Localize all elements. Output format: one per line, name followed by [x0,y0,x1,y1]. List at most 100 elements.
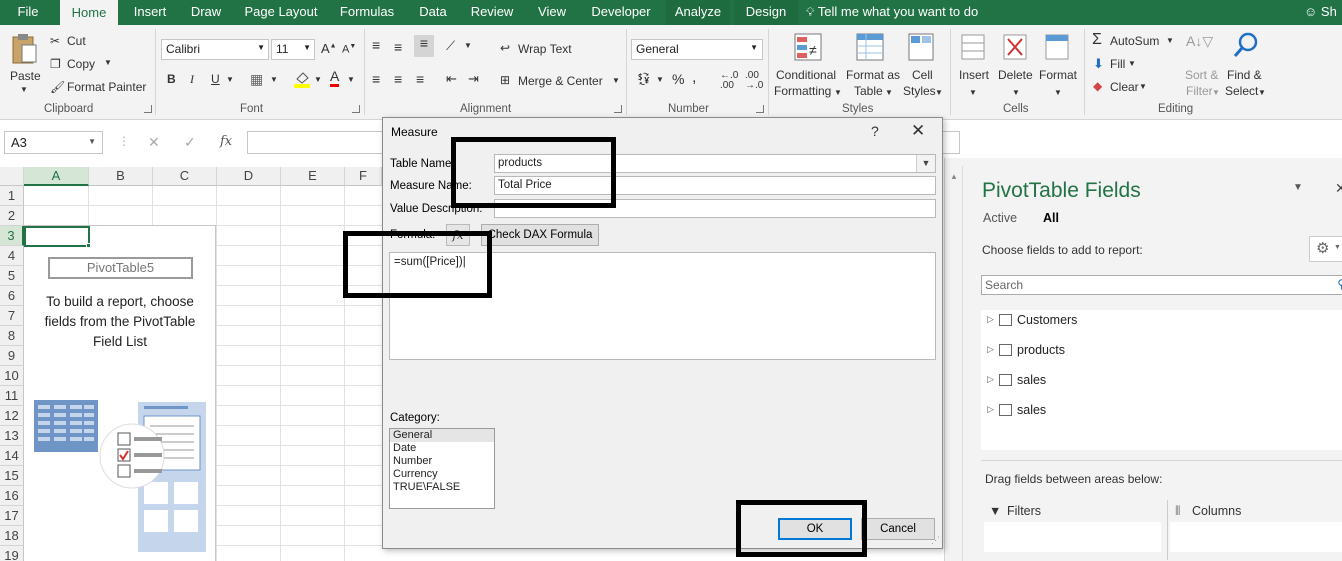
cancel-entry-icon[interactable]: ✕ [148,134,160,151]
delete-cells-button[interactable]: Delete [998,68,1033,82]
sort-filter-label1[interactable]: Sort & [1185,68,1218,82]
list-item[interactable]: Number [390,455,494,468]
insert-cells-button[interactable]: Insert [959,68,989,82]
autosum-button[interactable]: AutoSum [1110,34,1159,48]
bold-button[interactable]: B [167,72,176,86]
row-header[interactable]: 7 [0,306,24,326]
expand-icon[interactable]: ▷ [987,404,994,415]
font-color-icon[interactable]: A [330,69,340,87]
alignment-launcher-icon[interactable] [614,105,622,113]
row-header[interactable]: 12 [0,406,24,426]
expand-icon[interactable]: ▷ [987,374,994,385]
font-name-select[interactable]: Calibri ▼ [161,39,269,60]
pane-options-dropdown-icon[interactable]: ▼ [1293,182,1303,193]
chevron-down-icon[interactable]: ▼ [969,88,977,97]
chevron-down-icon[interactable]: ▼ [885,88,893,97]
tab-review[interactable]: Review [462,0,522,25]
format-painter-button[interactable]: Format Painter [67,80,146,94]
columns-drop-area[interactable] [1170,522,1342,552]
list-item[interactable]: General [390,429,494,442]
decrease-font-icon[interactable]: A▼ [342,43,356,56]
tab-developer[interactable]: Developer [582,0,660,25]
increase-font-icon[interactable]: A▲ [321,41,337,56]
row-header[interactable]: 10 [0,366,24,386]
format-as-table-icon[interactable] [856,33,886,63]
decrease-decimal-icon[interactable]: .00 →.0 [745,71,763,91]
resize-grip-icon[interactable]: ⋰ [931,535,940,546]
underline-dropdown-icon[interactable]: ▼ [226,75,234,84]
tab-page-layout[interactable]: Page Layout [236,0,326,25]
row-header[interactable]: 16 [0,486,24,506]
clear-button[interactable]: Clear [1110,80,1139,94]
filters-drop-area[interactable] [984,522,1161,552]
cancel-button[interactable]: Cancel [861,518,935,540]
row-header[interactable]: 4 [0,246,24,266]
tab-data[interactable]: Data [408,0,458,25]
orientation-dropdown-icon[interactable]: ▼ [464,41,472,50]
increase-decimal-icon[interactable]: ←.0.00 [720,71,738,91]
fill-color-icon[interactable] [293,70,311,88]
tab-analyze[interactable]: Analyze [666,0,730,25]
decrease-indent-icon[interactable]: ⇤ [446,71,457,87]
selected-cell[interactable] [24,226,90,247]
number-launcher-icon[interactable] [756,105,764,113]
cell-styles-label2[interactable]: Styles [903,84,936,98]
tab-insert[interactable]: Insert [122,0,178,25]
fill-color-dropdown-icon[interactable]: ▼ [314,75,322,84]
insert-cells-icon[interactable] [960,33,988,63]
pane-scrollbar[interactable]: ▲ [945,166,963,561]
number-format-select[interactable]: General ▼ [631,39,763,60]
user-account[interactable]: ☺ Sh [1304,0,1342,25]
italic-button[interactable]: I [190,72,194,87]
paste-dropdown-icon[interactable]: ▼ [20,85,28,94]
chevron-down-icon[interactable]: ▼ [1166,36,1174,45]
row-header[interactable]: 2 [0,206,24,226]
clipboard-launcher-icon[interactable] [144,105,152,113]
fill-button[interactable]: Fill [1110,57,1125,71]
row-header[interactable]: 14 [0,446,24,466]
column-header[interactable]: E [281,167,345,186]
column-header[interactable]: D [217,167,281,186]
tools-button[interactable]: ⚙ ▼ [1309,236,1342,262]
row-header[interactable]: 17 [0,506,24,526]
confirm-entry-icon[interactable]: ✓ [184,134,196,151]
tab-formulas[interactable]: Formulas [330,0,404,25]
tab-file[interactable]: File [0,0,56,25]
top-align-icon[interactable]: ≡ [372,37,380,53]
accounting-dropdown-icon[interactable]: ▼ [656,75,664,84]
conditional-formatting-icon[interactable]: ≠ [794,33,824,63]
chevron-down-icon[interactable]: ▼ [935,88,943,97]
expand-icon[interactable]: ▷ [987,344,994,355]
borders-icon[interactable]: ▦ [250,71,263,88]
underline-button[interactable]: U [211,72,220,86]
font-color-dropdown-icon[interactable]: ▼ [347,75,355,84]
chevron-down-icon[interactable]: ▼ [834,88,842,97]
scroll-up-icon[interactable]: ▲ [950,172,958,181]
name-box[interactable]: A3 ▼ [4,131,103,154]
row-header[interactable]: 19 [0,546,24,561]
fill-handle[interactable] [86,243,91,248]
increase-indent-icon[interactable]: ⇥ [468,71,479,87]
cell-styles-icon[interactable] [908,33,936,63]
tab-draw[interactable]: Draw [180,0,232,25]
row-header[interactable]: 18 [0,526,24,546]
paste-icon[interactable] [10,33,38,65]
align-right-icon[interactable]: ≡ [416,71,424,87]
delete-cells-icon[interactable] [1002,33,1030,63]
chevron-down-icon[interactable]: ▼ [1212,88,1220,97]
wrap-text-button[interactable]: Wrap Text [518,42,572,56]
chevron-down-icon[interactable]: ▼ [1258,88,1266,97]
merge-dropdown-icon[interactable]: ▼ [612,76,620,85]
middle-align-icon[interactable]: ≡ [394,39,402,55]
paste-button[interactable]: Paste [10,69,41,83]
find-select-icon[interactable] [1232,31,1260,61]
close-pane-icon[interactable]: ✕ [1335,180,1342,197]
sort-filter-label2[interactable]: Filter [1186,84,1213,98]
row-header[interactable]: 9 [0,346,24,366]
borders-dropdown-icon[interactable]: ▼ [270,75,278,84]
conditional-formatting-label1[interactable]: Conditional [776,68,836,82]
tab-active[interactable]: Active [983,211,1017,225]
column-header[interactable]: B [89,167,153,186]
tab-view[interactable]: View [526,0,578,25]
format-cells-icon[interactable] [1044,33,1072,63]
